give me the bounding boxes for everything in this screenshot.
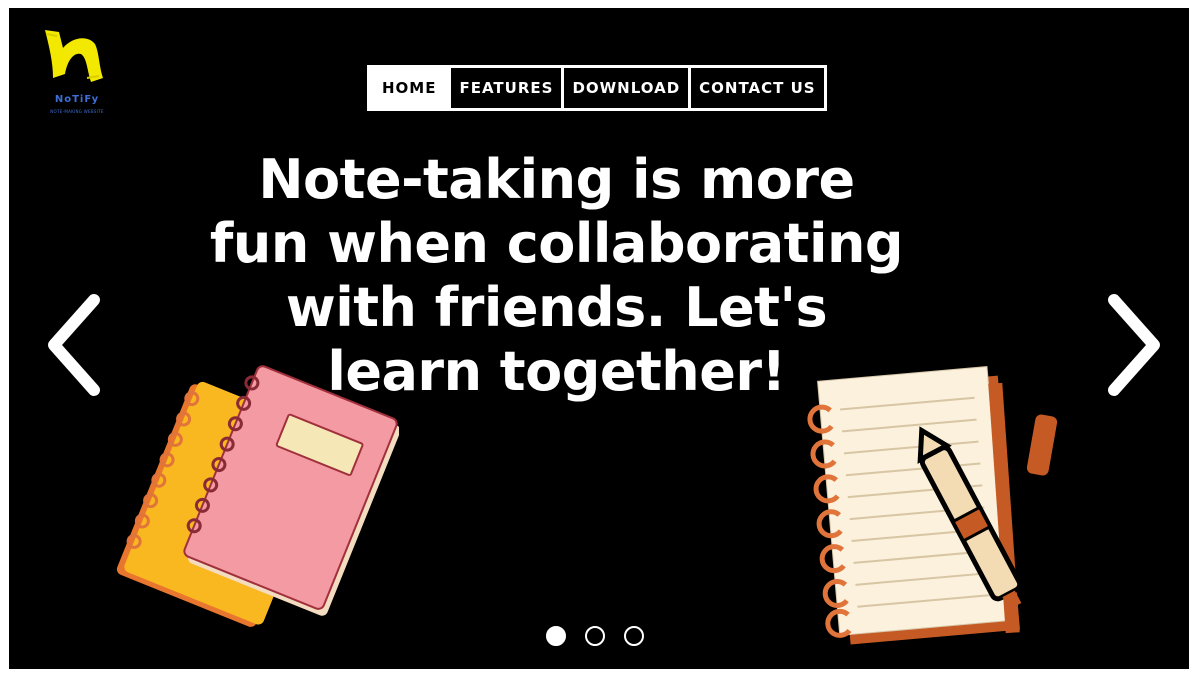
nav-home[interactable]: HOME — [370, 68, 449, 108]
site-logo[interactable]: NoTiFy NOTE-MAKING WEBSITE — [37, 22, 117, 122]
carousel-dot-2[interactable] — [585, 626, 605, 646]
nav-features[interactable]: FEATURES — [448, 68, 562, 108]
carousel-dot-3[interactable] — [624, 626, 644, 646]
carousel-indicators — [546, 626, 644, 646]
notepad-pen-illustration — [807, 365, 1058, 645]
chevron-left-icon[interactable] — [39, 290, 109, 400]
nav-contact-us[interactable]: CONTACT US — [688, 68, 824, 108]
notify-n-logo-icon — [45, 30, 103, 82]
logo-tagline: NOTE-MAKING WEBSITE — [50, 109, 104, 114]
nav-download[interactable]: DOWNLOAD — [561, 68, 689, 108]
logo-name: NoTiFy — [54, 94, 100, 105]
notebooks-illustration — [116, 365, 399, 627]
chevron-right-icon[interactable] — [1099, 290, 1169, 400]
carousel-dot-1[interactable] — [546, 626, 566, 646]
main-nav: HOME FEATURES DOWNLOAD CONTACT US — [367, 65, 827, 111]
hero-slide: NoTiFy NOTE-MAKING WEBSITE HOME FEATURES… — [9, 8, 1189, 669]
